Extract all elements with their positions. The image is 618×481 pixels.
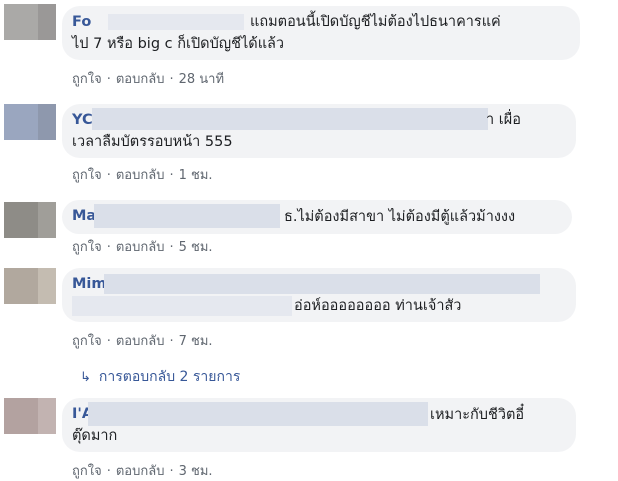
redacted-name	[88, 402, 428, 426]
comment-author[interactable]: Fo	[72, 14, 91, 30]
redacted-name	[92, 108, 488, 130]
comment-text: อ่อห์ออออออออ ท่านเจ้าสัว	[294, 298, 462, 314]
like-link[interactable]: ถูกใจ	[72, 72, 102, 87]
comment-actions: ถูกใจ · ตอบกลับ · 3 ชม.	[72, 464, 213, 479]
timestamp[interactable]: 5 ชม.	[179, 240, 213, 255]
avatar[interactable]	[4, 104, 56, 140]
like-link[interactable]: ถูกใจ	[72, 464, 102, 479]
comment-actions: ถูกใจ · ตอบกลับ · 5 ชม.	[72, 240, 213, 255]
avatar[interactable]	[4, 398, 56, 434]
comment-text: า เผื่อ	[486, 112, 521, 128]
like-link[interactable]: ถูกใจ	[72, 168, 102, 183]
redacted-name	[94, 204, 280, 228]
timestamp[interactable]: 28 นาที	[179, 72, 224, 87]
redacted-name	[104, 274, 540, 294]
comment-actions: ถูกใจ · ตอบกลับ · 28 นาที	[72, 72, 225, 87]
reply-link[interactable]: ตอบกลับ	[116, 334, 165, 349]
comment-text: ธ.ไม่ต้องมีสาขา ไม่ต้องมีตู้แล้วม้างงง	[284, 209, 516, 225]
timestamp[interactable]: 7 ชม.	[179, 334, 213, 349]
comment-bubble: YC า เผื่อ เวลาลืมบัตรรอบหน้า 555	[62, 104, 576, 158]
comment-text: แถมตอนนี้เปิดบัญชีไม่ต้องไปธนาคารแค่	[250, 14, 501, 30]
redacted-name	[108, 14, 244, 30]
comment-text: ไป 7 หรือ big c ก็เปิดบัญชีได้แล้ว	[72, 36, 285, 52]
timestamp[interactable]: 1 ชม.	[179, 168, 213, 183]
comment-bubble: I'A เหมาะกับชีวิตอี๋ ตุ๊ดมาก	[62, 398, 576, 452]
comment-author[interactable]: Ma	[72, 208, 96, 224]
reply-link[interactable]: ตอบกลับ	[116, 168, 165, 183]
reply-arrow-icon: ↳	[80, 370, 91, 385]
timestamp[interactable]: 3 ชม.	[179, 464, 213, 479]
reply-link[interactable]: ตอบกลับ	[116, 72, 165, 87]
comment-text: ตุ๊ดมาก	[72, 428, 118, 444]
redacted-text	[72, 296, 292, 316]
reply-link[interactable]: ตอบกลับ	[116, 464, 165, 479]
comment-bubble: Fo แถมตอนนี้เปิดบัญชีไม่ต้องไปธนาคารแค่ …	[62, 6, 580, 60]
comment-bubble: Ma ธ.ไม่ต้องมีสาขา ไม่ต้องมีตู้แล้วม้างง…	[62, 200, 572, 234]
comment-author[interactable]: Mim	[72, 276, 107, 292]
comment-actions: ถูกใจ · ตอบกลับ · 1 ชม.	[72, 168, 213, 183]
comment-author[interactable]: YC	[72, 112, 93, 128]
comment-actions: ถูกใจ · ตอบกลับ · 7 ชม.	[72, 334, 213, 349]
avatar[interactable]	[4, 202, 56, 238]
view-replies-link[interactable]: ↳ การตอบกลับ 2 รายการ	[80, 366, 240, 388]
reply-link[interactable]: ตอบกลับ	[116, 240, 165, 255]
like-link[interactable]: ถูกใจ	[72, 334, 102, 349]
comment-text: เวลาลืมบัตรรอบหน้า 555	[72, 134, 233, 150]
comment-text: เหมาะกับชีวิตอี๋	[430, 407, 525, 423]
avatar[interactable]	[4, 4, 56, 40]
avatar[interactable]	[4, 268, 56, 304]
replies-count-label: การตอบกลับ 2 รายการ	[98, 369, 241, 385]
comment-bubble: Mim อ่อห์ออออออออ ท่านเจ้าสัว	[62, 268, 576, 322]
like-link[interactable]: ถูกใจ	[72, 240, 102, 255]
